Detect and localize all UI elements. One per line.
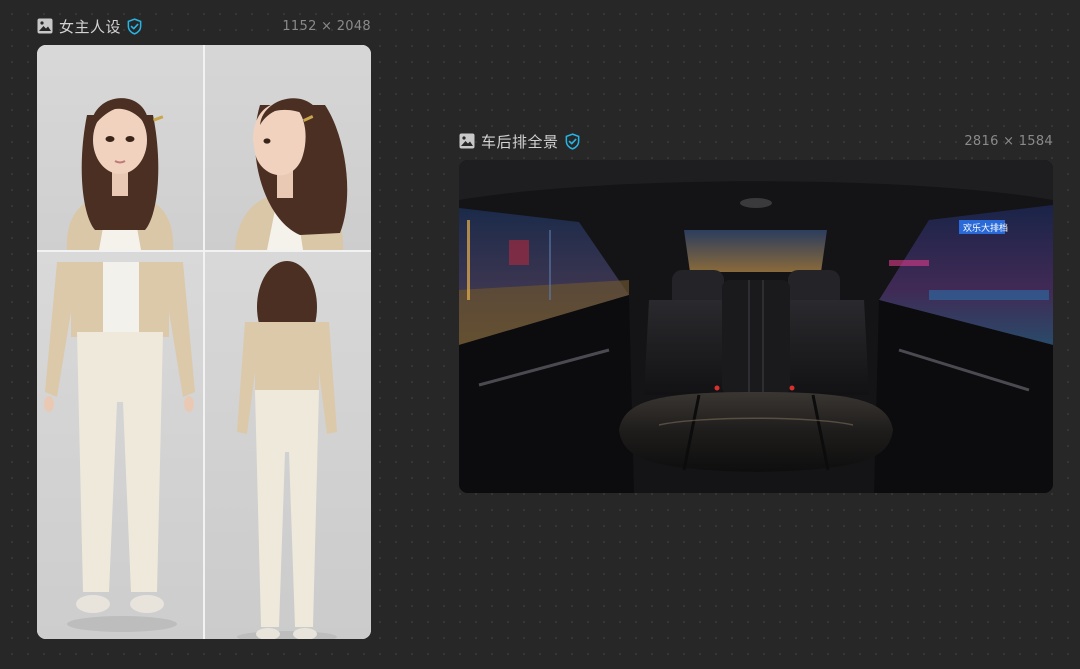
image-icon xyxy=(459,133,475,149)
portrait-front xyxy=(37,45,203,250)
card-title: 车后排全景 xyxy=(481,133,559,151)
image-card-interior[interactable]: 车后排全景 2816 × 1584 欢乐大排档 xyxy=(459,130,1053,493)
image-card-character[interactable]: 女主人设 1152 × 2048 xyxy=(37,15,371,639)
image-dimensions: 1152 × 2048 xyxy=(282,18,371,34)
car-interior-image[interactable]: 欢乐大排档 xyxy=(459,160,1053,493)
full-body-front xyxy=(37,252,203,639)
card-title: 女主人设 xyxy=(59,18,122,36)
image-icon xyxy=(37,18,53,34)
image-dimensions: 2816 × 1584 xyxy=(964,133,1053,149)
full-body-back xyxy=(205,252,371,639)
portrait-side xyxy=(205,45,371,250)
character-sheet-image[interactable] xyxy=(37,45,371,639)
verified-shield-icon xyxy=(126,17,143,35)
card-header: 女主人设 1152 × 2048 xyxy=(37,15,371,37)
verified-shield-icon xyxy=(564,132,581,150)
neon-sign-text: 欢乐大排档 xyxy=(963,222,1008,234)
card-header: 车后排全景 2816 × 1584 xyxy=(459,130,1053,152)
